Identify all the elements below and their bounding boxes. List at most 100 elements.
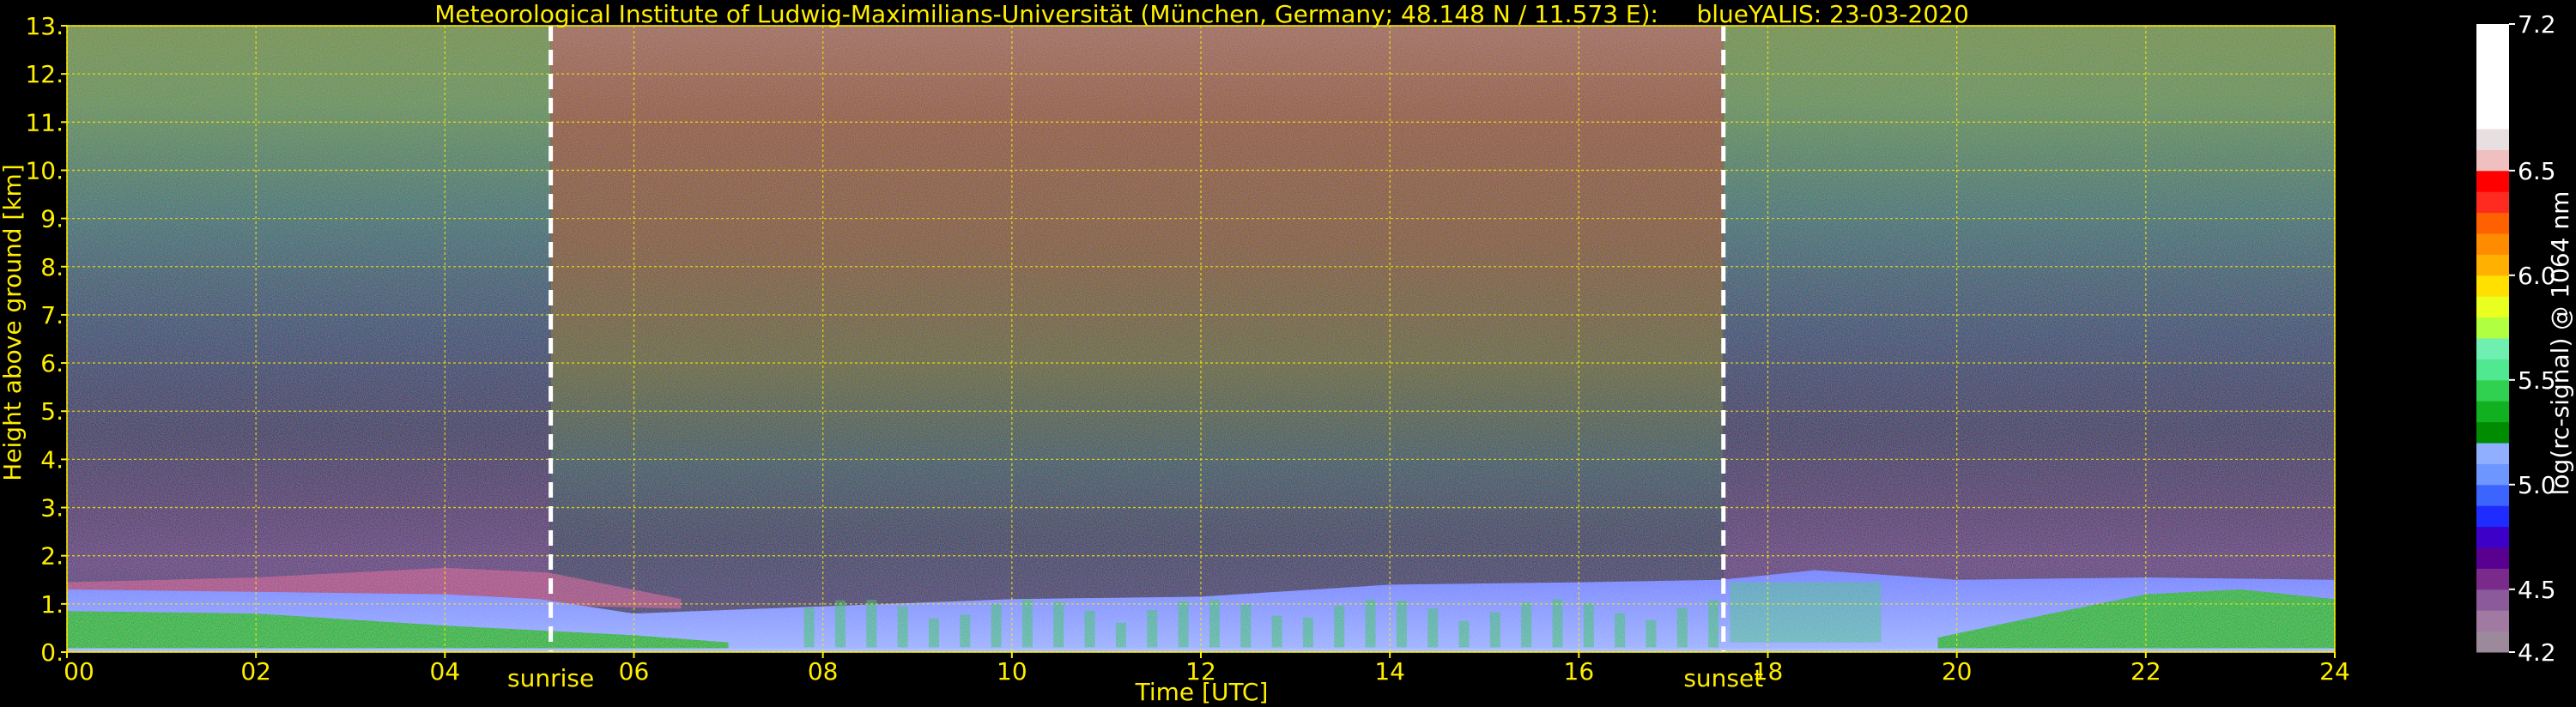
daytime-aerosol-streak [1147, 609, 1158, 648]
colorbar-segment [2476, 526, 2509, 548]
daytime-aerosol-streak [866, 600, 877, 648]
aerosol-patch-evening [1730, 582, 1882, 643]
x-tick-label: 14 [1374, 657, 1405, 686]
colorbar-segment [2476, 24, 2509, 45]
y-axis-label: Height above ground [km] [0, 164, 27, 481]
y-tick-label: 10. [25, 156, 64, 184]
night-sky-morning [67, 26, 551, 652]
daytime-aerosol-streak [1365, 599, 1376, 648]
x-tick-label: 00 [64, 657, 94, 686]
daytime-aerosol-streak [1615, 613, 1626, 648]
lidar-figure: sunrise sunset 00 02 04 06 08 10 12 14 16 18 20 22 24… [0, 0, 2574, 706]
colorbar-segment [2476, 379, 2509, 402]
daytime-aerosol-streak [834, 600, 846, 648]
colorbar-segment [2476, 45, 2509, 67]
daytime-aerosol-streak [1427, 608, 1439, 648]
y-tick-label: 8. [40, 253, 64, 281]
colorbar-tick-label: 4.5 [2518, 576, 2556, 604]
daytime-aerosol-streak [1396, 601, 1407, 648]
y-axis-ticks: 0. 1. 2. 3. 4. 5. 6. 7. 8. 9. 10. 11. 12. 13. [25, 12, 67, 667]
colorbar-segment [2476, 275, 2509, 297]
daytime-aerosol-streak [1583, 602, 1594, 648]
sunrise-label: sunrise [507, 664, 594, 692]
x-tick-label: 22 [2131, 657, 2161, 686]
colorbar-segment [2476, 359, 2509, 381]
colorbar-segment [2476, 212, 2509, 234]
colorbar-segment [2476, 338, 2509, 360]
daytime-aerosol-streak [1053, 601, 1064, 648]
x-tick-label: 24 [2319, 657, 2350, 686]
y-tick-label: 9. [40, 205, 64, 233]
night-sky-evening [1723, 26, 2335, 652]
colorbar-tick-label: 7.2 [2518, 10, 2556, 39]
chart-title: Meteorological Institute of Ludwig-Maxim… [434, 0, 1969, 28]
daytime-aerosol-streak [1209, 599, 1220, 648]
colorbar-segment [2476, 610, 2509, 632]
daytime-aerosol-streak [960, 614, 971, 648]
x-tick-label: 08 [808, 657, 839, 686]
y-tick-label: 6. [40, 349, 64, 378]
colorbar-segment [2476, 505, 2509, 528]
colorbar [2476, 24, 2509, 653]
daytime-aerosol-streak [1489, 612, 1500, 648]
colorbar-segment [2476, 401, 2509, 423]
y-tick-label: 5. [40, 397, 64, 426]
daytime-aerosol-streak [991, 604, 1002, 648]
colorbar-segment [2476, 296, 2509, 318]
x-tick-label: 10 [997, 657, 1027, 686]
colorbar-segment [2476, 233, 2509, 255]
daytime-aerosol-streak [1646, 619, 1657, 648]
colorbar-segment [2476, 589, 2509, 611]
colorbar-tick-label: 6.5 [2518, 157, 2556, 185]
colorbar-tick-label: 4.2 [2518, 638, 2556, 667]
daytime-aerosol-streak [1458, 620, 1470, 648]
colorbar-segment [2476, 463, 2509, 486]
colorbar-segment [2476, 443, 2509, 464]
daytime-aerosol-streak [1021, 599, 1033, 648]
colorbar-segment [2476, 631, 2509, 653]
y-tick-label: 12. [25, 60, 64, 88]
daytime-aerosol-streak [1302, 617, 1313, 648]
daytime-aerosol-streak [1334, 606, 1345, 648]
colorbar-segment [2476, 129, 2509, 150]
daytime-aerosol-streak [803, 607, 815, 648]
colorbar-segment [2476, 421, 2509, 444]
daytime-aerosol-streak [1271, 615, 1282, 648]
y-tick-label: 7. [40, 301, 64, 329]
colorbar-segment [2476, 317, 2509, 339]
daytime-aerosol-streak [897, 606, 908, 648]
colorbar-segment [2476, 107, 2509, 130]
daytime-aerosol-streak [1552, 599, 1563, 648]
daytime-aerosol-streak [1676, 607, 1688, 648]
colorbar-segment [2476, 87, 2509, 109]
x-tick-label: 16 [1564, 657, 1595, 686]
y-tick-label: 4. [40, 445, 64, 474]
daytime-aerosol-streak [1240, 604, 1252, 648]
colorbar-segment [2476, 170, 2509, 192]
day-sky [550, 26, 1724, 652]
x-tick-label: 20 [1942, 657, 1973, 686]
y-tick-label: 1. [40, 590, 64, 619]
colorbar-segment [2476, 484, 2509, 506]
colorbar-segment [2476, 254, 2509, 276]
x-tick-label: 02 [240, 657, 271, 686]
y-tick-label: 2. [40, 542, 64, 571]
colorbar-segment [2476, 65, 2509, 88]
x-tick-label: 18 [1753, 657, 1784, 686]
colorbar-segment [2476, 149, 2509, 172]
colorbar-label: log(rc-signal) @ 1064 nm [2546, 191, 2574, 496]
daytime-aerosol-streak [1708, 600, 1719, 648]
daytime-aerosol-streak [1178, 601, 1189, 648]
colorbar-segment [2476, 547, 2509, 569]
x-axis-label: Time [UTC] [1135, 678, 1269, 706]
y-tick-label: 13. [25, 12, 64, 40]
colorbar-segment [2476, 191, 2509, 214]
daytime-aerosol-streak [1084, 610, 1095, 648]
daytime-aerosol-streak [1521, 602, 1532, 648]
colorbar-segment [2476, 568, 2509, 590]
y-tick-label: 3. [40, 494, 64, 523]
sunset-label: sunset [1683, 664, 1763, 692]
y-tick-label: 0. [40, 638, 64, 667]
x-tick-label: 06 [619, 657, 650, 686]
daytime-aerosol-streak [1115, 622, 1126, 648]
